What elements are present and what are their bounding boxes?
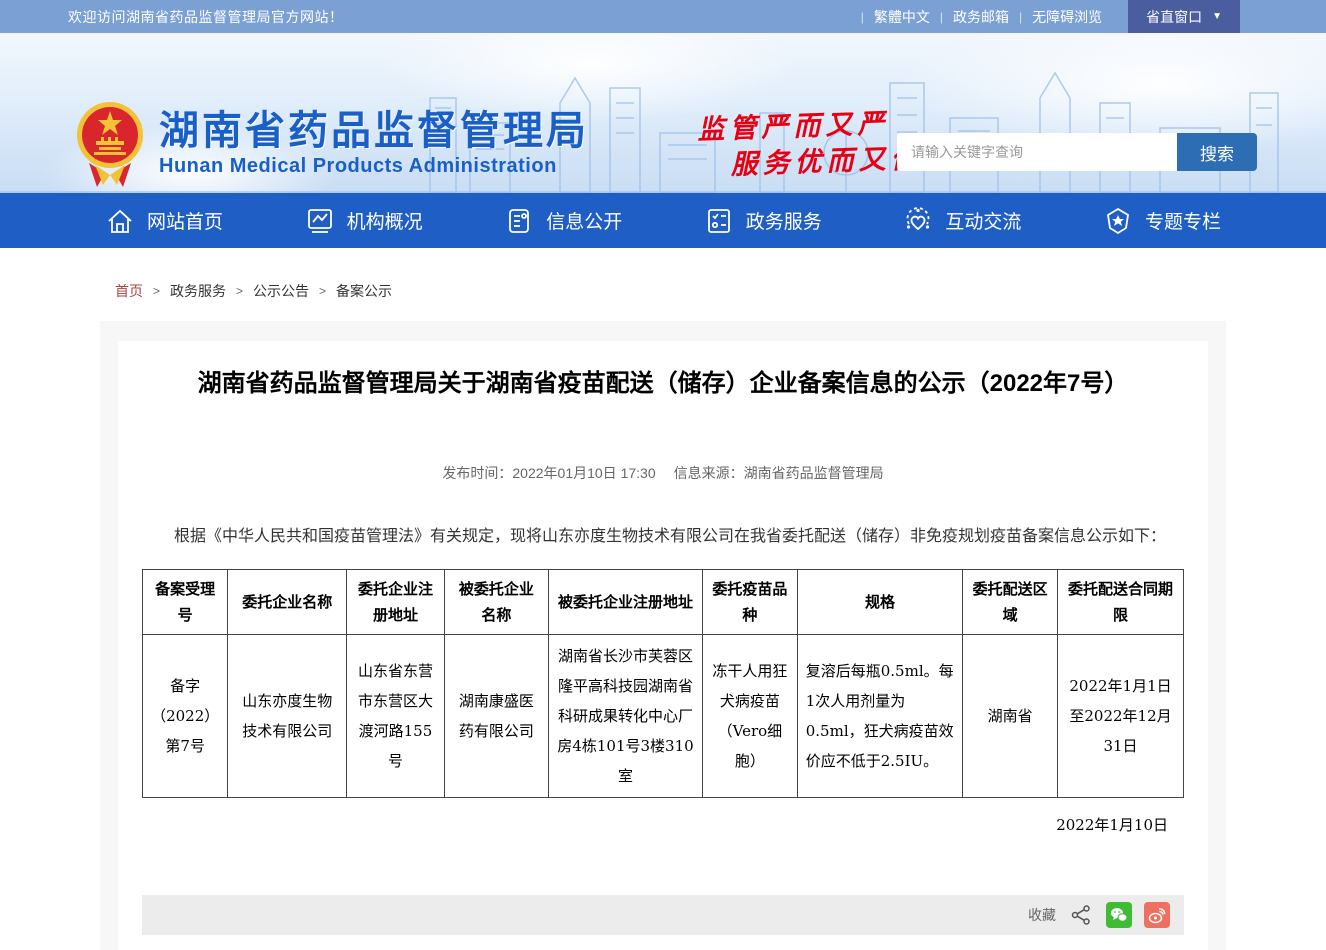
col-header-specification: 规格 (797, 570, 963, 635)
col-header-vaccine-type: 委托疫苗品种 (703, 570, 798, 635)
search-input[interactable] (897, 133, 1177, 171)
nav-label: 信息公开 (546, 207, 622, 234)
slogan-line-2: 服务优而又优 (730, 141, 923, 184)
cell-vaccine-type: 冻干人用狂犬病疫苗（Vero细胞） (703, 635, 798, 798)
nav-label: 政务服务 (746, 207, 822, 234)
home-icon (105, 206, 135, 236)
page-title: 湖南省药品监督管理局关于湖南省疫苗配送（储存）企业备案信息的公示（2022年7号… (142, 367, 1184, 401)
star-badge-icon (1103, 206, 1133, 236)
col-header-entrusted-company: 被委托企业名称 (444, 570, 548, 635)
topbar-right: | 繁體中文 | 政务邮箱 | 无障碍浏览 省直窗口 ▼ (851, 0, 1326, 33)
table-row: 备字（2022）第7号 山东亦度生物技术有限公司 山东省东营市东营区大渡河路15… (143, 635, 1184, 798)
nav-item-special-topics[interactable]: 专题专栏 (1103, 206, 1221, 236)
cell-entrusted-address: 湖南省长沙市芙蓉区隆平高科技园湖南省科研成果转化中心厂房4栋101号3楼310室 (548, 635, 702, 798)
nav-item-information[interactable]: 信息公开 (504, 206, 622, 236)
share-icon[interactable] (1068, 902, 1094, 928)
nav-item-interaction[interactable]: 互动交流 (903, 206, 1021, 236)
cell-entrusting-address: 山东省东营市东营区大渡河路155号 (347, 635, 445, 798)
welcome-text: 欢迎访问湖南省药品监督管理局官方网站！ (68, 7, 344, 27)
divider: | (940, 10, 943, 24)
nav-item-services[interactable]: 政务服务 (704, 206, 822, 236)
cell-entrusted-company: 湖南康盛医药有限公司 (444, 635, 548, 798)
source-label: 信息来源： (674, 465, 744, 481)
divider: | (861, 10, 864, 24)
breadcrumb-announcements[interactable]: 公示公告 (253, 281, 309, 301)
document-icon (504, 206, 534, 236)
article-card: 湖南省药品监督管理局关于湖南省疫苗配送（储存）企业备案信息的公示（2022年7号… (118, 341, 1208, 950)
col-header-record-no: 备案受理号 (143, 570, 228, 635)
favorite-button[interactable]: 收藏 (1028, 905, 1056, 925)
col-header-contract-period: 委托配送合同期限 (1057, 570, 1183, 635)
site-header: 湖南省药品监督管理局 Hunan Medical Products Admini… (0, 33, 1326, 193)
site-subtitle: Hunan Medical Products Administration (159, 155, 589, 178)
province-window-dropdown[interactable]: 省直窗口 ▼ (1128, 0, 1240, 33)
province-window-label: 省直窗口 (1146, 7, 1202, 27)
link-gov-mailbox[interactable]: 政务邮箱 (953, 7, 1009, 27)
nav-label: 互动交流 (945, 207, 1021, 234)
nav-label: 网站首页 (147, 207, 223, 234)
col-header-entrusting-company: 委托企业名称 (228, 570, 347, 635)
cell-delivery-region: 湖南省 (963, 635, 1058, 798)
nav-item-home[interactable]: 网站首页 (105, 206, 223, 236)
share-bar: 收藏 (142, 895, 1184, 935)
breadcrumb-home[interactable]: 首页 (115, 281, 143, 301)
col-header-entrusted-address: 被委托企业注册地址 (548, 570, 702, 635)
link-traditional-chinese[interactable]: 繁體中文 (874, 7, 930, 27)
publish-time-label: 发布时间： (442, 465, 512, 481)
content-container: 湖南省药品监督管理局关于湖南省疫苗配送（储存）企业备案信息的公示（2022年7号… (100, 321, 1226, 950)
article-meta: 发布时间：2022年01月10日 17:30 信息来源：湖南省药品监督管理局 (142, 463, 1184, 483)
nav-label: 机构概况 (347, 207, 423, 234)
site-title: 湖南省药品监督管理局 (159, 109, 589, 153)
article-paragraph: 根据《中华人民共和国疫苗管理法》有关规定，现将山东亦度生物技术有限公司在我省委托… (142, 517, 1184, 555)
signature-date: 2022年1月10日 (142, 814, 1184, 835)
slogan-calligraphy: 监管严而又严 服务优而又优 (697, 105, 923, 185)
org-chart-icon (305, 206, 335, 236)
weibo-icon[interactable] (1144, 902, 1170, 928)
divider: | (1019, 10, 1022, 24)
table-header-row: 备案受理号 委托企业名称 委托企业注册地址 被委托企业名称 被委托企业注册地址 … (143, 570, 1184, 635)
checklist-icon (704, 206, 734, 236)
record-table: 备案受理号 委托企业名称 委托企业注册地址 被委托企业名称 被委托企业注册地址 … (142, 569, 1184, 798)
breadcrumb-separator: > (236, 284, 243, 298)
publish-time-value: 2022年01月10日 17:30 (512, 465, 655, 481)
cell-specification: 复溶后每瓶0.5ml。每1次人用剂量为0.5ml，狂犬病疫苗效价应不低于2.5I… (797, 635, 963, 798)
breadcrumb-services[interactable]: 政务服务 (170, 281, 226, 301)
national-emblem-logo (75, 95, 145, 191)
nav-item-organization[interactable]: 机构概况 (305, 206, 423, 236)
cell-entrusting-company: 山东亦度生物技术有限公司 (228, 635, 347, 798)
breadcrumb: 首页 > 政务服务 > 公示公告 > 备案公示 (0, 248, 1326, 301)
source-value: 湖南省药品监督管理局 (744, 465, 884, 481)
col-header-entrusting-address: 委托企业注册地址 (347, 570, 445, 635)
nav-label: 专题专栏 (1145, 207, 1221, 234)
heart-circle-icon (903, 206, 933, 236)
wechat-icon[interactable] (1106, 902, 1132, 928)
cell-record-no: 备字（2022）第7号 (143, 635, 228, 798)
breadcrumb-separator: > (153, 284, 160, 298)
site-brand[interactable]: 湖南省药品监督管理局 Hunan Medical Products Admini… (75, 95, 589, 191)
cell-contract-period: 2022年1月1日至2022年12月31日 (1057, 635, 1183, 798)
site-search: 搜索 (897, 133, 1257, 171)
topbar-links: | 繁體中文 | 政务邮箱 | 无障碍浏览 (851, 7, 1102, 27)
search-button[interactable]: 搜索 (1177, 133, 1257, 171)
breadcrumb-separator: > (319, 284, 326, 298)
brand-text: 湖南省药品监督管理局 Hunan Medical Products Admini… (159, 109, 589, 178)
link-accessibility[interactable]: 无障碍浏览 (1032, 7, 1102, 27)
col-header-delivery-region: 委托配送区域 (963, 570, 1058, 635)
main-navigation: 网站首页 机构概况 信息公开 政务服务 互动交流 专题专栏 (0, 193, 1326, 248)
chevron-down-icon: ▼ (1212, 11, 1222, 22)
top-utility-bar: 欢迎访问湖南省药品监督管理局官方网站！ | 繁體中文 | 政务邮箱 | 无障碍浏… (0, 0, 1326, 33)
breadcrumb-record-publicity[interactable]: 备案公示 (336, 281, 392, 301)
